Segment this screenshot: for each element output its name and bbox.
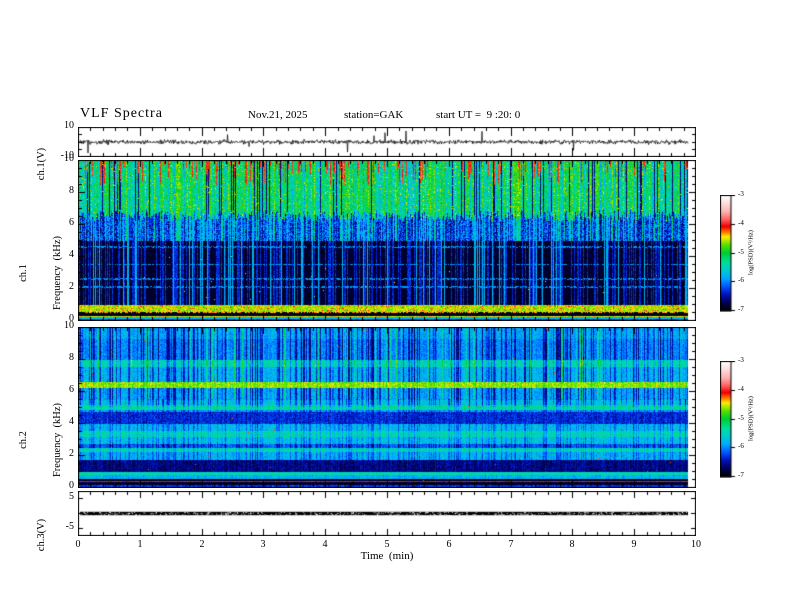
- time-tick-label-4: 4: [322, 539, 328, 550]
- spec2-ytick-label-2: 2: [69, 448, 74, 459]
- time-tick-label-5: 5: [384, 539, 390, 550]
- spec2-ytick-label-4: 4: [69, 416, 74, 427]
- colorbar1-tick-label--4: -4: [738, 219, 744, 227]
- time-tick-label-10: 10: [691, 539, 701, 550]
- ch1-channel-label-text: ch.1: [18, 264, 29, 282]
- ch1-voltage-label-text: ch.1(V): [36, 147, 47, 181]
- time-tick-label-0: 0: [75, 539, 81, 550]
- colorbar1-tick-label--5: -5: [738, 248, 744, 256]
- vlf-spectra-plot: VLF Spectra Nov.21, 2025 station=GAK sta…: [0, 0, 792, 612]
- ch3-ymin-tick-label: -5: [65, 521, 74, 532]
- spec2-ytick-label-6: 6: [69, 384, 74, 395]
- ch2-channel-label-text: ch.2: [18, 431, 29, 449]
- spec1-ytick-label-8: 8: [69, 185, 74, 196]
- time-tick-label-3: 3: [260, 539, 266, 550]
- ch1-spectrogram-canvas: [78, 160, 696, 321]
- ch3-ymax-tick-label: 5: [69, 491, 74, 502]
- colorbar2-tick-label--6: -6: [738, 442, 744, 450]
- time-axis-label: Time (min): [360, 550, 414, 562]
- ch1-voltage-axis-label: ch.1(V): [14, 134, 70, 194]
- ch3-waveform-canvas: [78, 491, 696, 536]
- colorbar2-tick-label--4: -4: [738, 385, 744, 393]
- time-tick-label-2: 2: [199, 539, 205, 550]
- plot-title: VLF Spectra: [80, 106, 163, 121]
- spec1-ytick-label-6: 6: [69, 217, 74, 228]
- spec2-ytick-label-0: 0: [69, 480, 74, 491]
- time-tick-label-6: 6: [446, 539, 452, 550]
- time-tick-label-9: 9: [631, 539, 637, 550]
- spec2-ytick-label-8: 8: [69, 352, 74, 363]
- colorbar1-tick-label--7: -7: [738, 305, 744, 313]
- ch1-waveform-canvas: [78, 127, 696, 157]
- colorbar1-tick-label--3: -3: [738, 190, 744, 198]
- colorbar-ch2-canvas: [720, 361, 736, 478]
- colorbar2-tick-label--3: -3: [738, 356, 744, 364]
- ch3-voltage-label-text: ch.3(V): [36, 518, 47, 552]
- spec2-ytick-label-10: 10: [64, 320, 74, 331]
- spec1-ytick-label-4: 4: [69, 249, 74, 260]
- plot-start-ut: start UT = 9 :20: 0: [436, 109, 521, 121]
- time-tick-label-8: 8: [569, 539, 575, 550]
- colorbar2-tick-label--5: -5: [738, 414, 744, 422]
- ch2-spectrogram-canvas: [78, 327, 696, 488]
- colorbar1-tick-label--6: -6: [738, 276, 744, 284]
- ch3-voltage-axis-label: ch.3(V): [14, 505, 70, 565]
- plot-station: station=GAK: [344, 109, 404, 121]
- colorbar2-tick-label--7: -7: [738, 471, 744, 479]
- time-tick-label-1: 1: [137, 539, 143, 550]
- ch1-ymax-tick-label: 10: [64, 120, 74, 131]
- spec1-ytick-label-2: 2: [69, 281, 74, 292]
- colorbar-ch1-canvas: [720, 195, 736, 312]
- plot-date: Nov.21, 2025: [248, 109, 308, 121]
- spec1-ytick-label-10: 10: [64, 153, 74, 164]
- time-tick-label-7: 7: [508, 539, 514, 550]
